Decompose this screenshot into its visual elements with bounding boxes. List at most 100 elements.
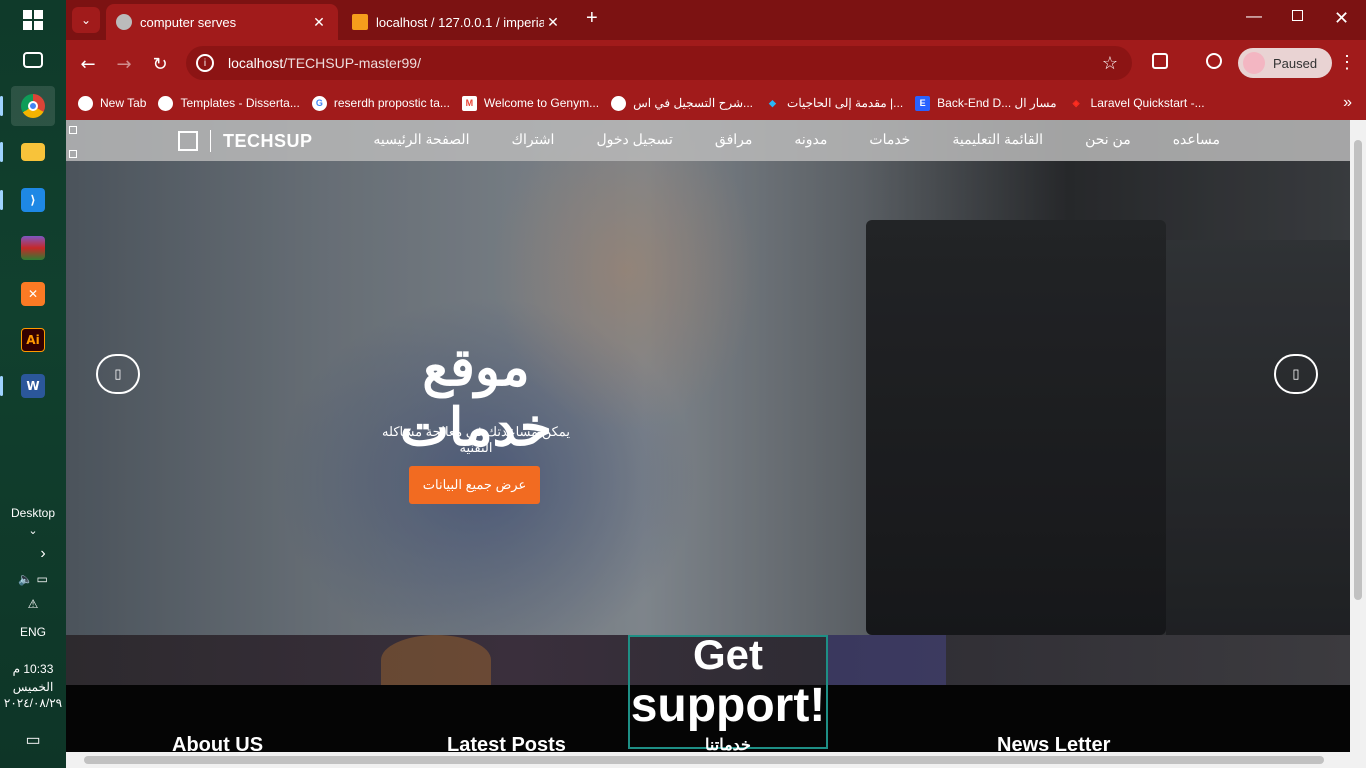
address-bar[interactable]: i localhost/TECHSUP-master99/ ☆ bbox=[186, 46, 1132, 80]
menu-login[interactable]: تسجيل دخول bbox=[596, 131, 672, 148]
clock-day: الخميس bbox=[12, 680, 54, 694]
desktop-label[interactable]: Desktop bbox=[0, 506, 66, 520]
browser-window: ⌄ computer serves ✕ localhost / 127.0.0.… bbox=[66, 0, 1366, 768]
vertical-scrollbar[interactable] bbox=[1350, 120, 1366, 752]
globe-icon bbox=[78, 95, 93, 111]
square-control bbox=[69, 126, 77, 134]
bookmark-item[interactable]: شرح التسجيل في اس... bbox=[611, 95, 753, 111]
tab-title: localhost / 127.0.0.1 / imperial_ bbox=[376, 14, 544, 30]
taskbar: ⟩ ✕ Ai W Desktop ⌄ › 🔈 ▭ ⚠ ENG 10:33 م ا… bbox=[0, 0, 66, 768]
globe-icon bbox=[116, 14, 132, 30]
tab-phpmyadmin[interactable]: localhost / 127.0.0.1 / imperial_ ✕ bbox=[342, 4, 572, 40]
winrar-icon[interactable] bbox=[11, 228, 55, 268]
bookmarks-bar: New Tab Templates - Disserta... Greserdh… bbox=[66, 86, 1366, 120]
more-bookmarks-icon[interactable]: » bbox=[1343, 94, 1352, 112]
vscode-icon[interactable]: ⟩ bbox=[0, 180, 55, 220]
notification-icon[interactable]: ▭ bbox=[0, 730, 66, 750]
tab-strip: ⌄ computer serves ✕ localhost / 127.0.0.… bbox=[66, 0, 1366, 40]
close-tab-icon[interactable]: ✕ bbox=[310, 14, 328, 31]
scroll-thumb[interactable] bbox=[84, 756, 1324, 764]
extensions-icon[interactable] bbox=[1152, 53, 1168, 69]
menu-kebab-icon[interactable]: ⋮ bbox=[1338, 52, 1356, 73]
language-indicator[interactable]: ENG bbox=[0, 625, 66, 639]
globe-icon bbox=[158, 95, 174, 111]
carousel-next-button[interactable]: ▯ bbox=[1274, 354, 1318, 394]
forward-icon[interactable]: → bbox=[114, 54, 134, 75]
menu-blog[interactable]: مدونه bbox=[794, 131, 827, 148]
footer-about-heading: About US bbox=[172, 734, 264, 752]
menu-courses[interactable]: القائمة التعليمية bbox=[952, 131, 1043, 148]
url-path: /TECHSUP-master99/ bbox=[283, 55, 421, 71]
google-icon: G bbox=[311, 95, 327, 111]
site-info-icon[interactable]: i bbox=[196, 54, 214, 72]
menu-facilities[interactable]: مرافق bbox=[715, 131, 752, 148]
globe-icon bbox=[611, 95, 627, 111]
tab-title: computer serves bbox=[140, 14, 237, 30]
profile-button[interactable]: Paused bbox=[1238, 48, 1332, 78]
task-view-icon[interactable] bbox=[11, 40, 55, 80]
menu-home[interactable]: الصفحة الرئيسيه bbox=[373, 131, 469, 148]
minimize-button[interactable]: — bbox=[1246, 8, 1262, 26]
tab-active[interactable]: computer serves ✕ bbox=[106, 4, 338, 40]
tab-search-button[interactable]: ⌄ bbox=[72, 7, 100, 33]
menu-subscribe[interactable]: اشتراك bbox=[511, 131, 554, 148]
page-viewport: TECHSUP مساعده من نحن القائمة التعليمية … bbox=[66, 120, 1350, 752]
site-header: TECHSUP مساعده من نحن القائمة التعليمية … bbox=[66, 120, 1350, 161]
start-button[interactable] bbox=[23, 10, 43, 30]
menu-about[interactable]: من نحن bbox=[1085, 131, 1131, 148]
logo-icon bbox=[178, 131, 198, 151]
url-host: localhost bbox=[228, 55, 284, 71]
restore-button[interactable] bbox=[1292, 10, 1303, 21]
volume-network-icons[interactable]: 🔈 ▭ bbox=[0, 572, 66, 586]
bookmark-item[interactable]: New Tab bbox=[78, 95, 146, 111]
laravel-icon: ◈ bbox=[1072, 97, 1080, 108]
file-explorer-icon[interactable] bbox=[0, 132, 55, 172]
menu-services[interactable]: خدمات bbox=[869, 131, 910, 148]
clock-time[interactable]: 10:33 م bbox=[0, 662, 66, 676]
toolbar: ← → ↻ i localhost/TECHSUP-master99/ ☆ Pa… bbox=[66, 40, 1366, 86]
hero-section: TECHSUP مساعده من نحن القائمة التعليمية … bbox=[66, 120, 1350, 635]
horizontal-scrollbar[interactable] bbox=[66, 752, 1366, 768]
bookmark-item[interactable]: E Back-End D... مسار ال bbox=[915, 95, 1057, 111]
footer-newsletter-heading: News Letter bbox=[997, 734, 1111, 752]
reload-icon[interactable]: ↻ bbox=[150, 54, 170, 75]
network-warning-icon[interactable]: ⚠ bbox=[0, 597, 66, 611]
carousel-prev-button[interactable]: ▯ bbox=[96, 354, 140, 394]
bookmark-item[interactable]: ◈ Laravel Quickstart -... bbox=[1069, 96, 1205, 111]
new-tab-button[interactable]: + bbox=[586, 7, 598, 30]
sync-icon[interactable] bbox=[1206, 53, 1222, 69]
back-icon[interactable]: ← bbox=[78, 54, 98, 75]
menu-help[interactable]: مساعده bbox=[1173, 131, 1220, 148]
chrome-icon[interactable] bbox=[0, 86, 55, 126]
close-tab-icon[interactable]: ✕ bbox=[544, 14, 562, 31]
next-icon: ▯ bbox=[1292, 366, 1300, 381]
view-all-data-button[interactable]: عرض جميع البيانات bbox=[409, 466, 540, 504]
xampp-icon[interactable]: ✕ bbox=[11, 274, 55, 314]
scroll-thumb[interactable] bbox=[1354, 140, 1362, 600]
our-services-heading: خدماتنا bbox=[705, 737, 751, 752]
site-menu: مساعده من نحن القائمة التعليمية خدمات مد… bbox=[331, 131, 1220, 148]
phpmyadmin-icon bbox=[352, 14, 368, 30]
support-line1: Get bbox=[692, 631, 763, 678]
star-icon[interactable]: ☆ bbox=[1102, 53, 1118, 74]
bookmark-item[interactable]: M Welcome to Genym... bbox=[461, 95, 599, 111]
gmail-icon: M bbox=[461, 95, 477, 111]
clock-date: ٢٠٢٤/٠٨/٢٩ bbox=[3, 696, 63, 710]
illustrator-icon[interactable]: Ai bbox=[11, 320, 55, 360]
close-window-button[interactable]: ✕ bbox=[1334, 8, 1349, 29]
profile-status: Paused bbox=[1273, 55, 1318, 71]
elzero-icon: E bbox=[915, 95, 931, 111]
hero-subtitle: يمكن مساعدتك في معالجة مشاكله التقنيه bbox=[382, 424, 570, 455]
get-support-box: Get support! خدماتنا bbox=[628, 631, 828, 752]
square-control bbox=[69, 150, 77, 158]
prev-icon: ▯ bbox=[114, 366, 122, 381]
site-logo[interactable]: TECHSUP bbox=[178, 130, 313, 152]
bookmark-item[interactable]: ◆ مقدمة إلى الحاجيات |... bbox=[765, 96, 903, 111]
word-icon[interactable]: W bbox=[0, 366, 55, 406]
support-line2: support! bbox=[630, 679, 826, 732]
bookmark-item[interactable]: Templates - Disserta... bbox=[158, 95, 300, 111]
chevron-down-icon[interactable]: ⌄ bbox=[0, 524, 66, 537]
avatar bbox=[1243, 52, 1265, 74]
bookmark-item[interactable]: Greserdh propostic ta... bbox=[311, 95, 450, 111]
flutter-icon: ◆ bbox=[769, 97, 776, 108]
